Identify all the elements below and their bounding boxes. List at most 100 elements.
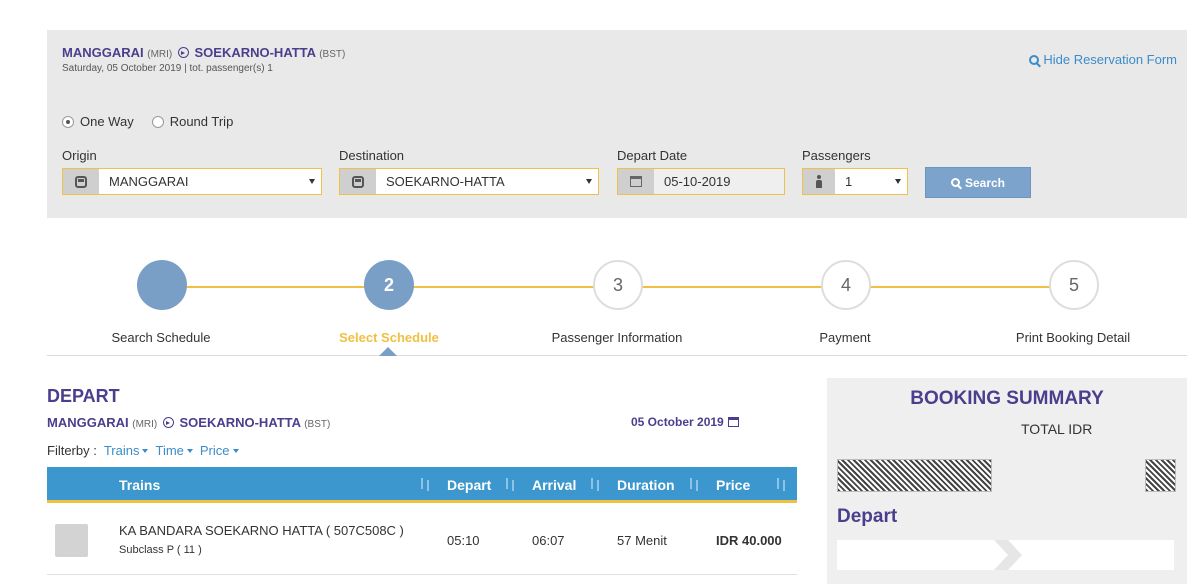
table-row[interactable]: KA BANDARA SOEKARNO HATTA ( 507C508C ) S…: [47, 505, 797, 575]
calendar-icon-box: [618, 169, 654, 194]
calendar-icon: [630, 176, 642, 187]
filter-trains-dropdown[interactable]: Trains: [104, 443, 149, 458]
filter-time-dropdown[interactable]: Time: [155, 443, 193, 458]
depart-date-text: 05 October 2019: [631, 415, 724, 429]
booking-summary: BOOKING SUMMARY TOTAL IDR Depart: [827, 378, 1187, 584]
passengers-value: 1: [845, 174, 853, 189]
step-2-label: Select Schedule: [339, 330, 439, 345]
barcode-placeholder-right: [1145, 459, 1176, 492]
train-thumbnail: [55, 524, 88, 557]
depart-origin-code: (MRI): [132, 419, 158, 430]
caret-down-icon: [142, 448, 149, 453]
hide-reservation-form-label: Hide Reservation Form: [1043, 52, 1177, 67]
sort-icon[interactable]: [504, 478, 516, 492]
hide-reservation-form-link[interactable]: Hide Reservation Form: [1029, 52, 1177, 67]
one-way-radio[interactable]: [62, 115, 74, 128]
trip-price: IDR 40.000: [716, 533, 782, 548]
round-trip-label[interactable]: Round Trip: [170, 114, 234, 129]
filter-label: Filterby :: [47, 443, 97, 458]
destination-label: Destination: [339, 148, 405, 163]
depart-destination-code: (BST): [304, 419, 331, 430]
train-icon-box: [340, 169, 376, 194]
step-5-circle: 5: [1049, 260, 1099, 310]
filter-price-dropdown[interactable]: Price: [200, 443, 239, 458]
barcode-placeholder-left: [837, 459, 992, 492]
arrival-time: 06:07: [532, 533, 565, 548]
depart-date-picker[interactable]: 05 October 2019: [631, 415, 739, 429]
search-button-label: Search: [964, 175, 1006, 190]
chevron-right-icon: [994, 540, 1022, 570]
booking-summary-depart: Depart: [837, 506, 898, 527]
trip-type-group: One Way Round Trip: [62, 114, 245, 129]
depart-route: MANGGARAI (MRI) SOEKARNO-HATTA (BST): [47, 415, 330, 430]
chevron-down-icon: [586, 179, 592, 184]
step-2-circle: 2: [364, 260, 414, 310]
step-3-label: Passenger Information: [551, 330, 683, 345]
arrow-right-circle-icon: [177, 47, 189, 58]
sort-icon[interactable]: [775, 478, 787, 492]
sort-icon[interactable]: [419, 478, 431, 492]
train-icon-box: [63, 169, 99, 194]
filter-price-label: Price: [199, 443, 230, 458]
route-origin-code: (MRI): [147, 49, 173, 60]
step-3-circle: 3: [593, 260, 643, 310]
step-4-circle: 4: [821, 260, 871, 310]
origin-value: MANGGARAI: [109, 174, 189, 189]
trip-duration: 57 Menit: [617, 533, 667, 548]
depart-date-value: 05-10-2019: [654, 174, 784, 189]
active-step-pointer: [379, 347, 397, 356]
sort-icon[interactable]: [688, 478, 700, 492]
reservation-panel: MANGGARAI (MRI) SOEKARNO-HATTA (BST) Sat…: [47, 30, 1187, 218]
caret-down-icon: [232, 448, 239, 453]
arrow-right-circle-icon: [162, 417, 174, 428]
step-1-circle: 1: [137, 260, 187, 310]
col-depart-header[interactable]: Depart: [447, 477, 491, 493]
sort-icon[interactable]: [589, 478, 601, 492]
booking-summary-total: TOTAL IDR: [1021, 421, 1093, 437]
route-destination: SOEKARNO-HATTA: [194, 45, 316, 60]
booking-summary-depart-bar: [837, 540, 1174, 570]
person-icon-box: [803, 169, 835, 194]
destination-value: SOEKARNO-HATTA: [386, 174, 505, 189]
search-icon: [1029, 54, 1040, 65]
col-arrival-header[interactable]: Arrival: [532, 477, 576, 493]
step-4-label: Payment: [819, 330, 871, 345]
step-5-label: Print Booking Detail: [1015, 330, 1131, 345]
train-icon: [75, 175, 87, 188]
filter-bar: Filterby : Trains Time Price: [47, 443, 239, 458]
route-subtitle: Saturday, 05 October 2019 | tot. passeng…: [62, 63, 273, 74]
chevron-down-icon: [309, 179, 315, 184]
step-1-label: Search Schedule: [111, 330, 211, 345]
schedule-table-header: Trains Depart Arrival Duration Price: [47, 467, 797, 503]
search-button[interactable]: Search: [925, 167, 1031, 198]
chevron-down-icon: [895, 179, 901, 184]
passengers-select[interactable]: 1: [802, 168, 908, 195]
route-origin: MANGGARAI: [62, 45, 144, 60]
depart-destination: SOEKARNO-HATTA: [179, 415, 301, 430]
depart-title: DEPART: [47, 386, 120, 406]
filter-trains-label: Trains: [103, 443, 140, 458]
origin-label: Origin: [62, 148, 97, 163]
train-subclass: Subclass P ( 11 ): [119, 544, 202, 556]
search-icon: [950, 178, 960, 187]
filter-time-label: Time: [155, 443, 184, 458]
booking-summary-title: BOOKING SUMMARY: [910, 388, 1104, 409]
col-price-header[interactable]: Price: [716, 477, 750, 493]
origin-select[interactable]: MANGGARAI: [62, 168, 322, 195]
steps-divider: [47, 355, 1187, 356]
round-trip-radio[interactable]: [151, 115, 164, 128]
depart-date-input[interactable]: 05-10-2019: [617, 168, 785, 195]
passengers-label: Passengers: [802, 148, 871, 163]
col-duration-header[interactable]: Duration: [617, 477, 675, 493]
destination-select[interactable]: SOEKARNO-HATTA: [339, 168, 599, 195]
col-trains-header[interactable]: Trains: [119, 477, 160, 493]
depart-time: 05:10: [447, 533, 480, 548]
caret-down-icon: [186, 448, 193, 453]
calendar-icon: [727, 417, 739, 427]
route-destination-code: (BST): [319, 49, 346, 60]
one-way-label[interactable]: One Way: [80, 114, 134, 129]
depart-origin: MANGGARAI: [47, 415, 129, 430]
train-icon: [352, 175, 364, 188]
depart-date-label: Depart Date: [617, 148, 688, 163]
route-summary: MANGGARAI (MRI) SOEKARNO-HATTA (BST): [62, 45, 345, 60]
